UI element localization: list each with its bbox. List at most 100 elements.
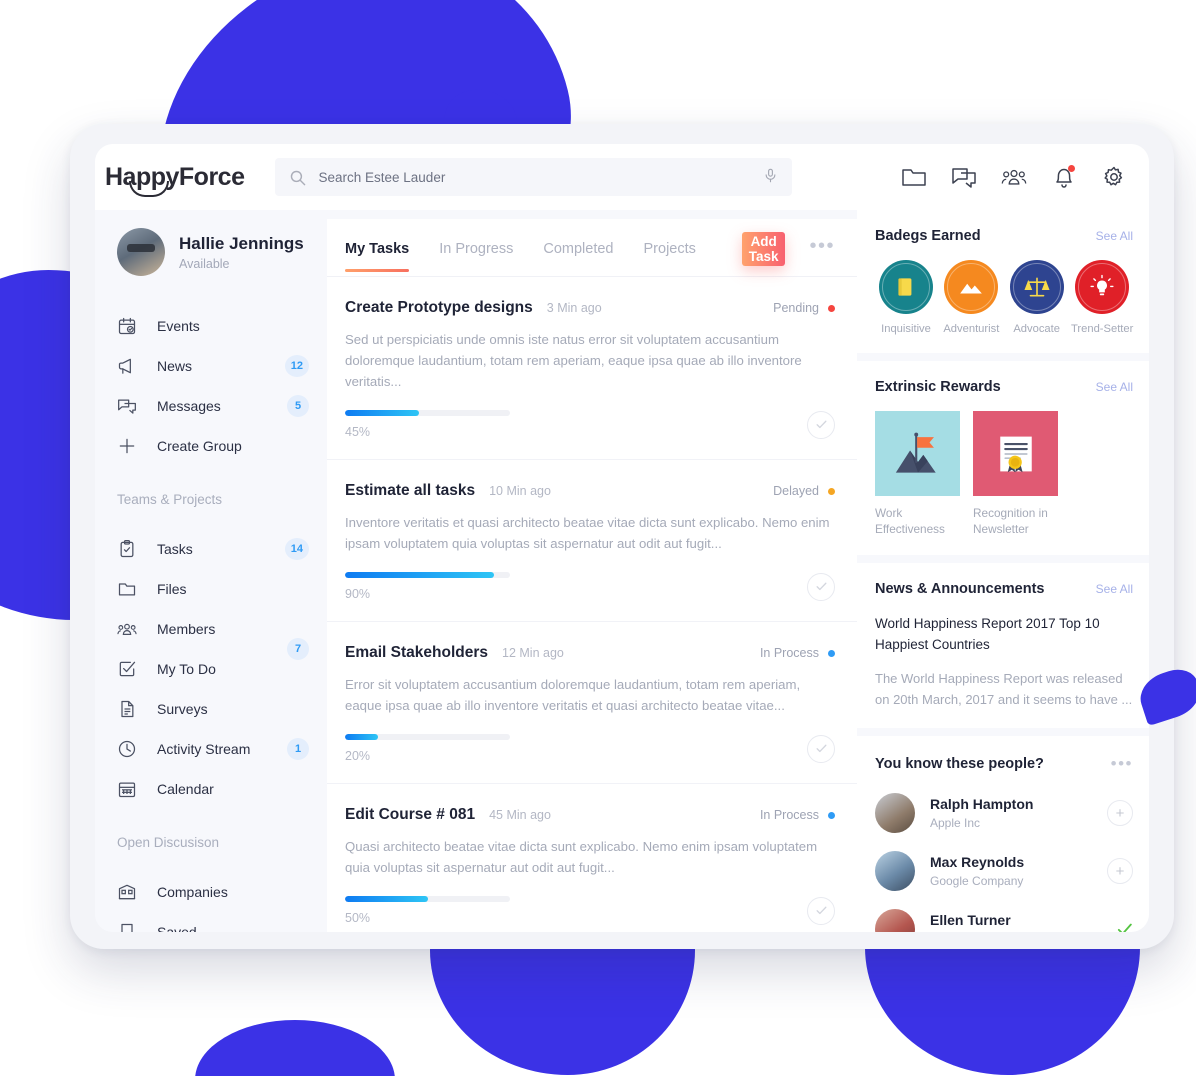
news-headline[interactable]: World Happiness Report 2017 Top 10 Happi… [875,613,1133,655]
rewards-panel: Extrinsic Rewards See All Work Effective… [857,361,1149,555]
badge-item[interactable]: Adventurist [940,260,1002,335]
sidebar-item-surveys[interactable]: Surveys [95,689,327,729]
task-row[interactable]: Create Prototype designs 3 Min ago Pendi… [327,277,857,460]
task-progress: 90% [345,572,510,601]
task-row[interactable]: Email Stakeholders 12 Min ago In Process… [327,622,857,784]
lightbulb-icon [1074,260,1129,314]
sidebar-item-my-to-do[interactable]: My To Do 7 [95,638,327,689]
sidebar-item-news[interactable]: News 12 [95,346,327,386]
reward-label: Recognition in Newsletter [973,506,1048,536]
task-complete-button[interactable] [807,734,835,763]
status-dot [828,649,835,657]
reward-label: Work Effectiveness [875,506,945,536]
sidebar-item-label: My To Do [157,661,216,677]
sidebar-item-events[interactable]: Events [95,306,327,346]
sidebar-item-label: News [157,358,193,374]
sidebar-badge: 14 [284,538,309,560]
sidebar-item-activity-stream[interactable]: Activity Stream 1 [95,729,327,769]
sidebar-item-label: Saved [157,924,197,932]
sidebar-badge: 1 [287,738,309,760]
avatar [117,228,165,276]
app-screen: HappyForce Search Estee Lauder Hallie Je… [95,144,1149,932]
task-progress: 50% [345,896,510,925]
bell-icon[interactable] [1051,165,1077,189]
task-time: 12 Min ago [502,646,564,660]
task-options-button[interactable]: ••• [809,235,835,258]
tab-completed[interactable]: Completed [543,241,613,271]
reward-item[interactable]: Recognition in Newsletter [973,411,1058,537]
badge-item[interactable]: Inquisitive [875,260,937,335]
reward-item[interactable]: Work Effectiveness [875,411,960,537]
task-description: Error sit voluptatem accusantium dolorem… [345,677,801,713]
person-row[interactable]: Max Reynolds Google Company + [875,842,1133,900]
people-icon[interactable] [1001,165,1027,189]
megaphone-icon [117,356,137,376]
profile-block[interactable]: Hallie Jennings Available [95,228,327,276]
people-panel: You know these people? ••• Ralph Hampton… [857,736,1149,932]
add-person-button[interactable]: + [1107,858,1133,884]
scales-icon [1009,260,1064,314]
task-complete-button[interactable] [807,896,835,925]
person-name: Max Reynolds [930,854,1025,870]
task-progress-label: 90% [345,587,371,601]
folder-icon[interactable] [901,165,927,189]
status-label: In Process [759,646,819,660]
add-person-button[interactable]: + [1107,800,1133,826]
search-bar[interactable] [275,158,793,196]
add-task-button[interactable]: Add Task [741,231,786,266]
bookmark-icon [117,922,137,932]
task-description: Quasi architecto beatae vitae dicta sunt… [345,839,818,875]
main-panel: My Tasks In Progress Completed Projects … [327,219,857,932]
gear-icon[interactable] [1101,165,1127,189]
badge-label: Trend-Setter [1070,323,1134,335]
tab-projects[interactable]: Projects [644,241,696,271]
task-progress: 45% [345,410,510,439]
person-company: Apple Inc [930,816,981,830]
sidebar-item-label: Files [157,581,187,597]
task-complete-button[interactable] [807,572,835,601]
badge-label: Adventurist [943,323,1000,335]
sidebar-item-label: Tasks [157,541,193,557]
badge-label: Advocate [1013,323,1060,335]
tab-my-tasks[interactable]: My Tasks [345,241,410,272]
see-all-link[interactable]: See All [1096,229,1133,243]
sidebar-item-create-group[interactable]: Create Group [95,426,327,466]
app-logo[interactable]: HappyForce [103,163,250,197]
tab-in-progress[interactable]: In Progress [439,241,513,271]
badge-item[interactable]: Advocate [1006,260,1068,335]
certificate-icon [973,411,1058,496]
task-time: 10 Min ago [489,484,551,498]
sidebar-badge: 7 [287,638,309,660]
task-title: Email Stakeholders [345,644,489,661]
avatar [875,793,915,833]
person-added-icon[interactable] [1116,921,1133,932]
task-complete-button[interactable] [807,410,835,439]
sidebar-item-messages[interactable]: Messages 5 [95,386,327,426]
people-options-button[interactable]: ••• [1111,754,1133,774]
news-panel: News & Announcements See All World Happi… [857,563,1149,728]
panel-title: Extrinsic Rewards [875,379,1001,395]
badge-label: Inquisitive [881,323,931,335]
person-row[interactable]: Ellen Turner NSTYS [875,900,1133,932]
chat-icon [117,396,137,416]
sidebar: Hallie Jennings Available Events News 12… [95,210,327,932]
microphone-icon[interactable] [763,168,778,187]
see-all-link[interactable]: See All [1096,582,1133,596]
sidebar-section-discussion: Open Discusison [117,835,220,850]
plus-icon [117,436,137,456]
calendar-icon [117,779,137,799]
sidebar-item-files[interactable]: Files [95,569,327,609]
sidebar-item-tasks[interactable]: Tasks 14 [95,529,327,569]
sidebar-item-calendar[interactable]: Calendar [95,769,327,809]
chat-icon[interactable] [951,165,977,189]
task-progress: 20% [345,734,510,763]
sidebar-item-companies[interactable]: Companies [95,872,327,912]
search-input[interactable] [318,169,764,185]
see-all-link[interactable]: See All [1096,380,1133,394]
badge-item[interactable]: Trend-Setter [1071,260,1133,335]
sidebar-item-saved[interactable]: Saved [95,912,327,932]
task-row[interactable]: Edit Course # 081 45 Min ago In Process … [327,784,857,932]
task-row[interactable]: Estimate all tasks 10 Min ago Delayed In… [327,460,857,622]
person-row[interactable]: Ralph Hampton Apple Inc + [875,784,1133,842]
page-root: HappyForce Search Estee Lauder Hallie Je… [0,0,1196,1076]
